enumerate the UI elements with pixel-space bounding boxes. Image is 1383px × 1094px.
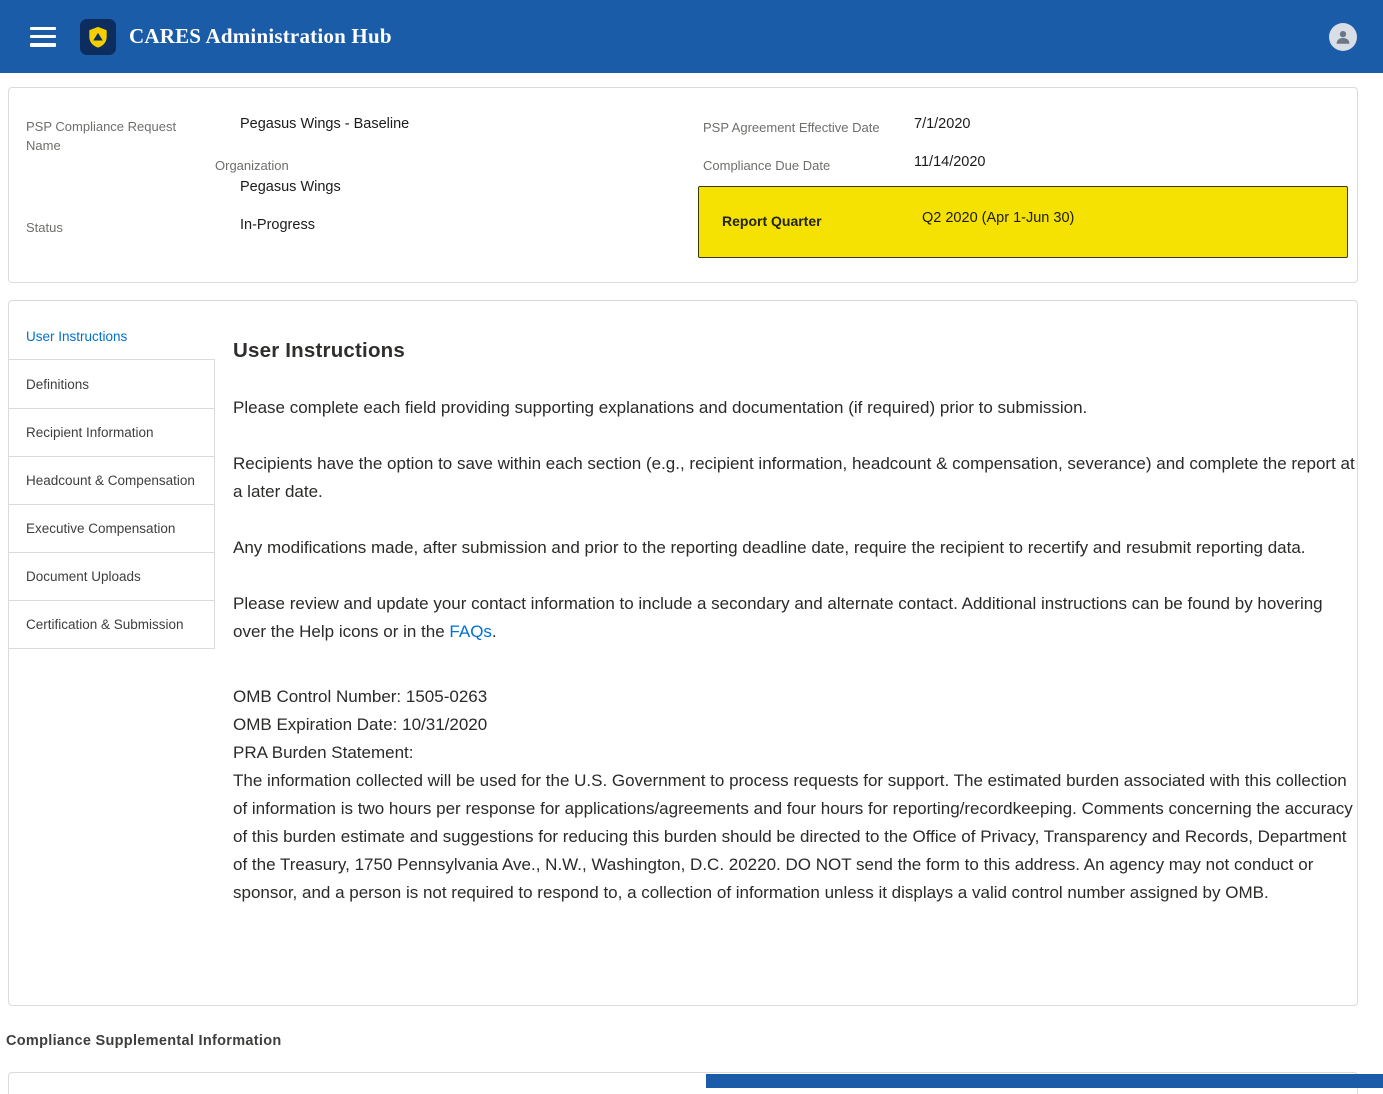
effective-date-label: PSP Agreement Effective Date xyxy=(703,118,880,137)
pra-burden-label: PRA Burden Statement: xyxy=(233,739,1355,767)
instruction-paragraph-2: Recipients have the option to save withi… xyxy=(233,450,1355,506)
organization-value: Pegasus Wings xyxy=(240,177,341,197)
tab-executive-compensation[interactable]: Executive Compensation xyxy=(9,504,214,552)
effective-date-value: 7/1/2020 xyxy=(914,114,970,134)
supplemental-section-heading: Compliance Supplemental Information xyxy=(6,1033,282,1049)
omb-control-number: OMB Control Number: 1505-0263 xyxy=(233,683,1355,711)
app-title: CARES Administration Hub xyxy=(129,24,392,49)
content-heading: User Instructions xyxy=(233,339,1355,363)
tab-certification-submission[interactable]: Certification & Submission xyxy=(9,600,214,648)
instruction-paragraph-4-text: Please review and update your contact in… xyxy=(233,594,1323,641)
hamburger-menu-icon[interactable] xyxy=(30,27,56,47)
user-avatar-icon[interactable] xyxy=(1329,23,1357,51)
pra-burden-statement: The information collected will be used f… xyxy=(233,767,1355,907)
top-navigation-bar: CARES Administration Hub xyxy=(0,0,1383,73)
tab-document-uploads[interactable]: Document Uploads xyxy=(9,552,214,600)
due-date-value: 11/14/2020 xyxy=(914,152,986,172)
instruction-paragraph-4: Please review and update your contact in… xyxy=(233,590,1355,646)
request-name-label: PSP Compliance Request Name xyxy=(26,117,186,155)
instruction-paragraph-1: Please complete each field providing sup… xyxy=(233,394,1355,422)
instruction-paragraph-4-after: . xyxy=(492,622,497,641)
tab-user-instructions[interactable]: User Instructions xyxy=(9,313,215,359)
section-tab-stack: Definitions Recipient Information Headco… xyxy=(9,359,215,649)
omb-expiration-date: OMB Expiration Date: 10/31/2020 xyxy=(233,711,1355,739)
compliance-request-summary-card: PSP Compliance Request Name Pegasus Wing… xyxy=(8,87,1358,283)
tab-recipient-information[interactable]: Recipient Information xyxy=(9,408,214,456)
instruction-paragraph-3: Any modifications made, after submission… xyxy=(233,534,1355,562)
report-quarter-value: Q2 2020 (Apr 1-Jun 30) xyxy=(922,210,1074,226)
status-label: Status xyxy=(26,218,63,237)
report-quarter-label: Report Quarter xyxy=(722,213,822,229)
section-tabs: User Instructions Definitions Recipient … xyxy=(9,301,215,649)
omb-statement-block: OMB Control Number: 1505-0263 OMB Expira… xyxy=(233,683,1355,907)
organization-label: Organization xyxy=(215,156,289,175)
report-sections-card: User Instructions Definitions Recipient … xyxy=(8,300,1358,1006)
user-instructions-content: User Instructions Please complete each f… xyxy=(233,339,1355,907)
due-date-label: Compliance Due Date xyxy=(703,156,830,175)
status-value: In-Progress xyxy=(240,215,315,235)
partial-section-bar xyxy=(706,1074,1383,1088)
app-logo-icon xyxy=(80,19,116,55)
faqs-link[interactable]: FAQs xyxy=(449,622,492,641)
tab-definitions[interactable]: Definitions xyxy=(9,360,214,408)
tab-headcount-compensation[interactable]: Headcount & Compensation xyxy=(9,456,214,504)
report-quarter-highlight: Report Quarter Q2 2020 (Apr 1-Jun 30) xyxy=(698,186,1348,258)
request-name-value: Pegasus Wings - Baseline xyxy=(240,114,409,134)
